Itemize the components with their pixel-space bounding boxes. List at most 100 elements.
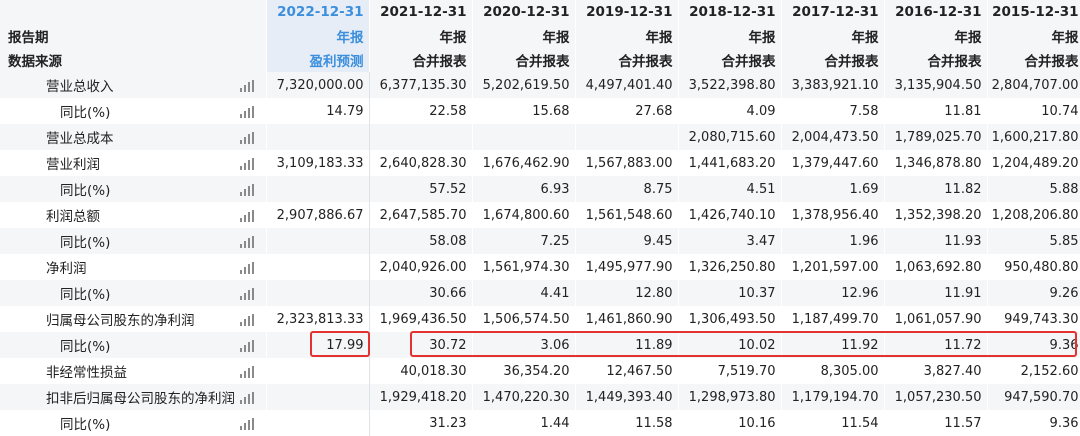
table-cell	[265, 410, 370, 436]
row-label: 同比(%)	[60, 339, 111, 355]
table-cell: 1,789,025.70	[884, 124, 988, 150]
table-cell: 22.58	[369, 98, 473, 124]
bar-chart-icon[interactable]	[239, 392, 256, 404]
date-header[interactable]: 2021-12-31	[369, 0, 473, 24]
table-cell: 2,152.60	[987, 358, 1080, 384]
bar-chart-icon[interactable]	[239, 288, 256, 300]
table-cell: 3,109,183.33	[265, 150, 370, 176]
table-cell: 949,743.30	[987, 306, 1080, 332]
bar-chart-icon[interactable]	[239, 132, 256, 144]
table-cell: 9.26	[987, 280, 1080, 306]
row-label-cell: 同比(%)	[0, 332, 267, 358]
table-cell: 1,379,447.60	[781, 150, 885, 176]
table-cell: 1,676,462.90	[472, 150, 576, 176]
bar-chart-icon[interactable]	[239, 418, 256, 430]
table-cell: 1,506,574.50	[472, 306, 576, 332]
bar-chart-icon[interactable]	[239, 236, 256, 248]
row-label-cell: 利润总额	[0, 202, 267, 228]
row-label-cell: 归属母公司股东的净利润	[0, 306, 267, 332]
table-row: 同比(%) 14.79 22.58 15.68 27.68 4.09 7.58 11.81 10…	[0, 98, 1080, 124]
table-cell: 7,320,000.00	[265, 72, 370, 98]
period-type: 年报	[884, 24, 988, 48]
table-cell: 12.96	[781, 280, 885, 306]
date-header[interactable]: 2015-12-31	[987, 0, 1080, 24]
table-cell: 2,640,828.30	[369, 150, 473, 176]
table-cell: 1,061,057.90	[884, 306, 988, 332]
source-type: 合并报表	[884, 48, 988, 72]
date-header[interactable]: 2019-12-31	[575, 0, 679, 24]
table-cell: 14.79	[265, 98, 370, 124]
row-label: 扣非后归属母公司股东的净利润	[46, 391, 235, 407]
row-label-cell: 同比(%)	[0, 98, 267, 124]
source-type: 合并报表	[472, 48, 576, 72]
bar-chart-icon[interactable]	[239, 158, 256, 170]
table-cell: 2,080,715.60	[678, 124, 782, 150]
table-cell	[265, 384, 370, 410]
period-type: 年报	[575, 24, 679, 48]
table-cell: 5,202,619.50	[472, 72, 576, 98]
row-label: 营业总成本	[46, 131, 114, 147]
date-header[interactable]: 2022-12-31	[266, 0, 370, 24]
table-cell: 2,323,813.33	[265, 306, 370, 332]
table-cell: 11.91	[884, 280, 988, 306]
table-cell: 1,495,977.90	[575, 254, 679, 280]
table-cell: 9.36	[987, 410, 1080, 436]
table-cell: 2,004,473.50	[781, 124, 885, 150]
table-cell: 3.47	[678, 228, 782, 254]
bar-chart-icon[interactable]	[239, 314, 256, 326]
table-cell: 1,326,250.80	[678, 254, 782, 280]
table-row: 营业利润 3,109,183.33 2,640,828.30 1,676,462.90…	[0, 150, 1080, 176]
table-row: 营业总成本 2,080,715.60 2,004,473.50 1,789,025.7…	[0, 124, 1080, 150]
highlight-box-forecast	[310, 331, 370, 357]
source-type: 合并报表	[987, 48, 1080, 72]
period-type: 年报	[369, 24, 473, 48]
date-header[interactable]: 2016-12-31	[884, 0, 988, 24]
table-cell: 1,346,878.80	[884, 150, 988, 176]
bar-chart-icon[interactable]	[239, 262, 256, 274]
header-period-row: 报告期 年报 年报 年报 年报 年报 年报 年报 年报	[0, 24, 1080, 48]
table-cell: 1.44	[472, 410, 576, 436]
date-header[interactable]: 2017-12-31	[781, 0, 885, 24]
header-source-row: 数据来源 盈利预测 合并报表 合并报表 合并报表 合并报表 合并报表 合并报表 …	[0, 48, 1080, 72]
row-label-cell: 扣非后归属母公司股东的净利润	[0, 384, 267, 410]
date-header[interactable]: 2020-12-31	[472, 0, 576, 24]
table-cell: 1,063,692.80	[884, 254, 988, 280]
table-cell: 3,522,398.80	[678, 72, 782, 98]
table-cell: 1.69	[781, 176, 885, 202]
table-row: 营业总收入 7,320,000.00 6,377,135.30 5,202,619.5…	[0, 72, 1080, 98]
row-label: 同比(%)	[60, 235, 111, 251]
row-label-cell: 营业利润	[0, 150, 267, 176]
table-cell	[265, 124, 370, 150]
table-cell	[265, 280, 370, 306]
row-label: 同比(%)	[60, 417, 111, 433]
table-cell: 57.52	[369, 176, 473, 202]
table-cell	[575, 124, 679, 150]
table-cell: 3,383,921.10	[781, 72, 885, 98]
table-cell: 1,298,973.80	[678, 384, 782, 410]
table-cell	[265, 176, 370, 202]
table-cell: 12,467.50	[575, 358, 679, 384]
bar-chart-icon[interactable]	[239, 80, 256, 92]
table-cell: 7.58	[781, 98, 885, 124]
period-type: 年报	[678, 24, 782, 48]
table-row: 归属母公司股东的净利润 2,323,813.33 1,969,436.50 1,506…	[0, 306, 1080, 332]
corner-cell	[0, 0, 267, 24]
table-cell: 8.75	[575, 176, 679, 202]
financial-table: 2022-12-31 2021-12-31 2020-12-31 2019-12…	[0, 0, 1080, 436]
row-label-cell: 非经常性损益	[0, 358, 267, 384]
bar-chart-icon[interactable]	[239, 366, 256, 378]
table-cell: 11.82	[884, 176, 988, 202]
source-type: 合并报表	[575, 48, 679, 72]
bar-chart-icon[interactable]	[239, 210, 256, 222]
table-cell: 11.54	[781, 410, 885, 436]
table-row: 扣非后归属母公司股东的净利润 1,929,418.20 1,470,220.30 1,…	[0, 384, 1080, 410]
bar-chart-icon[interactable]	[239, 106, 256, 118]
row-label-cell: 营业总成本	[0, 124, 267, 150]
bar-chart-icon[interactable]	[239, 184, 256, 196]
date-header[interactable]: 2018-12-31	[678, 0, 782, 24]
source-type[interactable]: 盈利预测	[266, 48, 370, 72]
bar-chart-icon[interactable]	[239, 340, 256, 352]
row-label-cell: 同比(%)	[0, 228, 267, 254]
header-date-row: 2022-12-31 2021-12-31 2020-12-31 2019-12…	[0, 0, 1080, 24]
table-cell: 947,590.70	[987, 384, 1080, 410]
